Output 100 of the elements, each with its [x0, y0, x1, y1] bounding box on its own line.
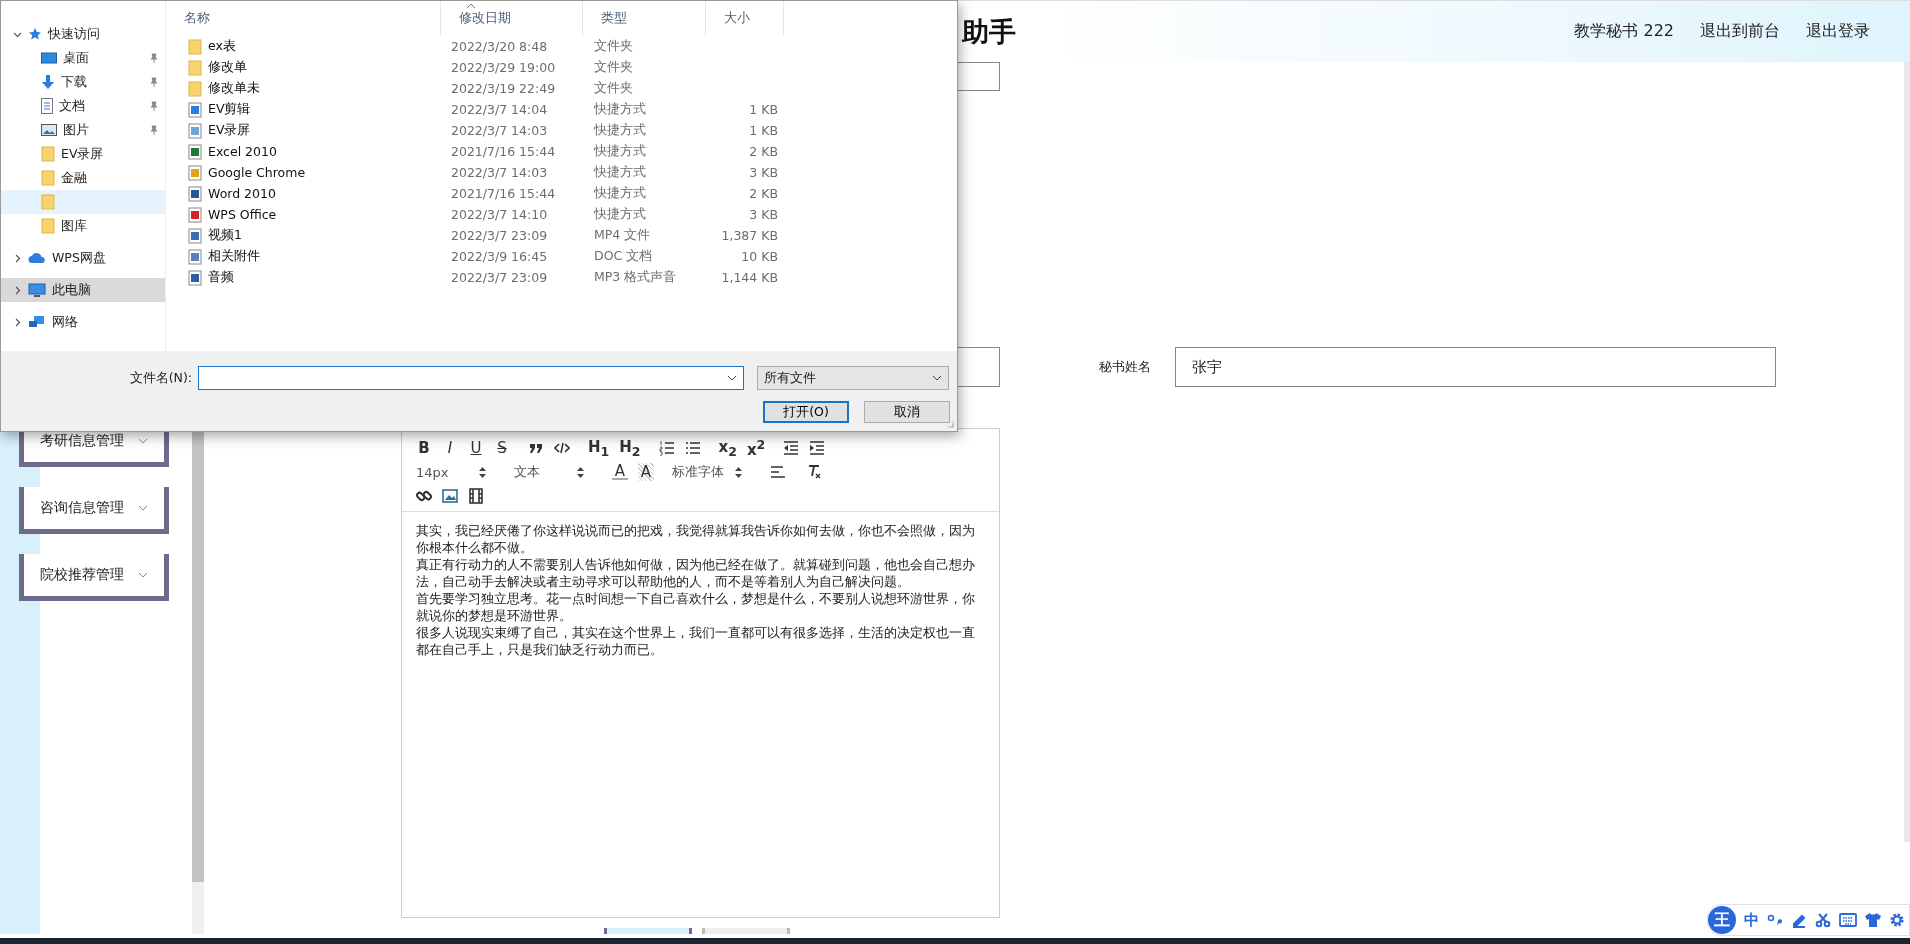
nav-item[interactable]: 图库 — [1, 214, 165, 238]
sort-caret-icon — [466, 3, 476, 9]
chevron-right-icon[interactable] — [13, 317, 22, 327]
chevron-down-icon[interactable] — [727, 375, 737, 381]
file-row[interactable]: 视频1 2022/3/7 23:09 MP4 文件 1,387 KB — [166, 225, 957, 246]
sidebar-menu-item[interactable]: 院校推荐管理 — [19, 554, 169, 601]
toolbar-button[interactable]: A — [638, 463, 654, 481]
clear-format-icon[interactable] — [806, 464, 822, 480]
nav-item[interactable]: WPS网盘 — [1, 246, 165, 270]
file-row[interactable]: EV录屏 2022/3/7 14:03 快捷方式 1 KB — [166, 120, 957, 141]
pen-icon[interactable] — [1791, 912, 1807, 928]
pin-icon[interactable] — [149, 101, 159, 111]
column-header[interactable]: 类型 — [583, 1, 706, 36]
ime-logo[interactable]: 王 — [1708, 906, 1736, 934]
file-icon — [188, 248, 202, 265]
folder-icon — [41, 170, 55, 186]
chevron-right-icon[interactable] — [13, 285, 22, 295]
file-row[interactable]: WPS Office 2022/3/7 14:10 快捷方式 3 KB — [166, 204, 957, 225]
keyboard-icon[interactable] — [1839, 913, 1857, 927]
nav-item[interactable]: 网络 — [1, 310, 165, 334]
scissors-icon[interactable] — [1815, 912, 1831, 928]
header-link[interactable]: 退出登录 — [1806, 21, 1870, 42]
nav-item[interactable]: 快速访问 — [1, 22, 165, 46]
file-date: 2022/3/29 19:00 — [450, 60, 557, 75]
shirt-icon[interactable] — [1865, 912, 1881, 928]
nav-item[interactable]: 金融 — [1, 166, 165, 190]
film-icon[interactable] — [468, 488, 484, 504]
tab[interactable] — [604, 928, 692, 934]
sidebar-menu-item[interactable]: 咨询信息管理 — [19, 487, 169, 534]
file-size: 2 KB — [748, 186, 779, 201]
file-row[interactable]: Word 2010 2021/7/16 15:44 快捷方式 2 KB — [166, 183, 957, 204]
file-row[interactable]: EV剪辑 2022/3/7 14:04 快捷方式 1 KB — [166, 99, 957, 120]
align-left-icon[interactable] — [770, 464, 786, 480]
column-header[interactable]: 大小 — [706, 1, 784, 36]
image-icon[interactable] — [442, 488, 458, 504]
column-header[interactable]: 名称 — [166, 1, 441, 36]
nav-item[interactable]: 下载 — [1, 70, 165, 94]
file-row[interactable]: 修改单 2022/3/29 19:00 文件夹 — [166, 57, 957, 78]
updown-icon — [577, 466, 584, 478]
file-date: 2022/3/19 22:49 — [450, 81, 557, 96]
toolbar-select[interactable]: 14px — [416, 464, 486, 480]
toolbar-button[interactable]: x$_{2}$ — [718, 437, 737, 459]
toolbar-select[interactable]: 文本 — [514, 463, 584, 481]
file-row[interactable]: 相关附件 2022/3/9 16:45 DOC 文档 10 KB — [166, 246, 957, 267]
nav-item[interactable]: EV录屏 — [1, 142, 165, 166]
file-row[interactable]: 音频 2022/3/7 23:09 MP3 格式声音 1,144 KB — [166, 267, 957, 288]
file-type-dropdown[interactable]: 所有文件 — [757, 366, 949, 390]
header-link[interactable]: 退出到前台 — [1700, 21, 1780, 42]
file-row[interactable]: Google Chrome 2022/3/7 14:03 快捷方式 3 KB — [166, 162, 957, 183]
nav-item[interactable]: 此电脑 — [1, 278, 165, 302]
file-name: WPS Office — [208, 207, 277, 222]
toolbar-button[interactable]: A — [612, 464, 628, 480]
nav-item[interactable]: 桌面 — [1, 46, 165, 70]
toolbar-button[interactable]: B — [416, 439, 432, 457]
scrollbar[interactable] — [1904, 62, 1910, 842]
file-row[interactable]: ex表 2022/3/20 8:48 文件夹 — [166, 36, 957, 57]
file-type: MP3 格式声音 — [593, 269, 678, 286]
open-button[interactable]: 打开(O) — [763, 401, 849, 423]
chevron-right-icon[interactable] — [13, 253, 22, 263]
file-icon — [188, 269, 202, 286]
nav-item[interactable]: 图片 — [1, 118, 165, 142]
file-type: 快捷方式 — [593, 206, 647, 223]
name-field[interactable]: 张宇 — [1175, 347, 1776, 387]
toolbar-button[interactable]: S — [494, 439, 510, 457]
file-type: 文件夹 — [593, 59, 634, 76]
toolbar-button[interactable]: H$_{1}$ — [588, 437, 610, 459]
cancel-button[interactable]: 取消 — [864, 401, 950, 423]
column-header[interactable]: 修改日期 — [441, 1, 583, 36]
toolbar-button[interactable]: U — [468, 439, 484, 457]
indent-icon[interactable] — [809, 440, 826, 456]
toolbar-button[interactable]: I — [442, 439, 458, 457]
toolbar-button[interactable]: x$^{2}$ — [746, 437, 766, 459]
outdent-icon[interactable] — [783, 440, 800, 456]
resize-grip-icon[interactable] — [946, 420, 954, 428]
file-type: 快捷方式 — [593, 122, 647, 139]
pin-icon[interactable] — [149, 77, 159, 87]
file-date: 2022/3/7 23:09 — [450, 270, 549, 285]
ime-mode-toggle[interactable]: 中 — [1744, 910, 1759, 930]
toolbar-select[interactable]: 标准字体 — [672, 463, 742, 481]
file-row[interactable]: Excel 2010 2021/7/16 15:44 快捷方式 2 KB — [166, 141, 957, 162]
file-row[interactable]: 修改单未 2022/3/19 22:49 文件夹 — [166, 78, 957, 99]
file-size: 1 KB — [748, 123, 779, 138]
pin-icon[interactable] — [149, 53, 159, 63]
toolbar-button[interactable]: H$_{2}$ — [619, 437, 641, 459]
bullet-list-icon[interactable] — [684, 440, 701, 456]
link-icon[interactable] — [416, 488, 432, 504]
folder-icon — [188, 59, 202, 76]
file-icon — [188, 206, 202, 223]
pin-icon[interactable] — [149, 125, 159, 135]
filename-field[interactable] — [198, 366, 744, 390]
punctuation-icon[interactable] — [1767, 913, 1783, 927]
file-icon — [188, 122, 202, 139]
header-link[interactable]: 教学秘书 222 — [1574, 21, 1674, 42]
numbered-list-icon[interactable] — [658, 440, 675, 456]
code-icon[interactable] — [554, 440, 570, 456]
file-type: DOC 文档 — [593, 248, 654, 265]
settings-icon[interactable] — [1889, 912, 1905, 928]
updown-icon — [735, 466, 742, 478]
file-name: 音频 — [208, 269, 234, 286]
nav-item[interactable]: 文档 — [1, 94, 165, 118]
